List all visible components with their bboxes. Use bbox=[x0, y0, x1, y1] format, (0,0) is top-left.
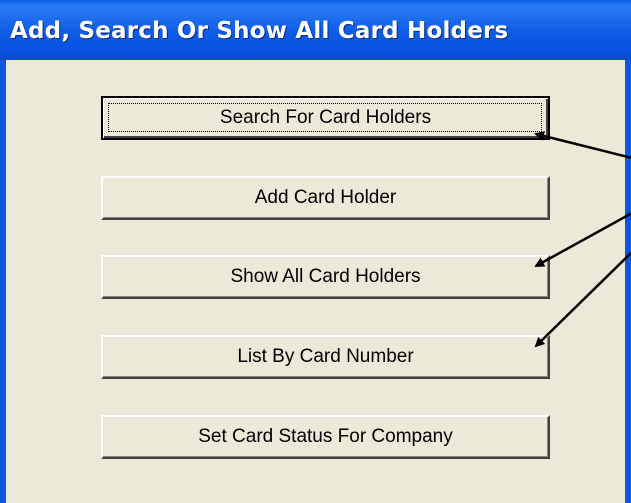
set-card-status-label: Set Card Status For Company bbox=[198, 426, 453, 447]
dialog-window: Add, Search Or Show All Card Holders Sea… bbox=[0, 0, 631, 503]
add-card-holder-button[interactable]: Add Card Holder bbox=[101, 176, 550, 220]
window-title: Add, Search Or Show All Card Holders bbox=[10, 18, 509, 44]
show-all-card-holders-label: Show All Card Holders bbox=[230, 266, 421, 287]
show-all-card-holders-button[interactable]: Show All Card Holders bbox=[101, 255, 550, 299]
search-card-holders-label: Search For Card Holders bbox=[219, 107, 432, 128]
list-by-card-number-button[interactable]: List By Card Number bbox=[101, 335, 550, 379]
window-frame-right bbox=[625, 60, 631, 503]
search-card-holders-button[interactable]: Search For Card Holders bbox=[101, 96, 550, 140]
set-card-status-button[interactable]: Set Card Status For Company bbox=[101, 415, 550, 459]
title-bar[interactable]: Add, Search Or Show All Card Holders bbox=[0, 0, 631, 60]
list-by-card-number-label: List By Card Number bbox=[237, 346, 414, 367]
add-card-holder-label: Add Card Holder bbox=[254, 187, 397, 208]
